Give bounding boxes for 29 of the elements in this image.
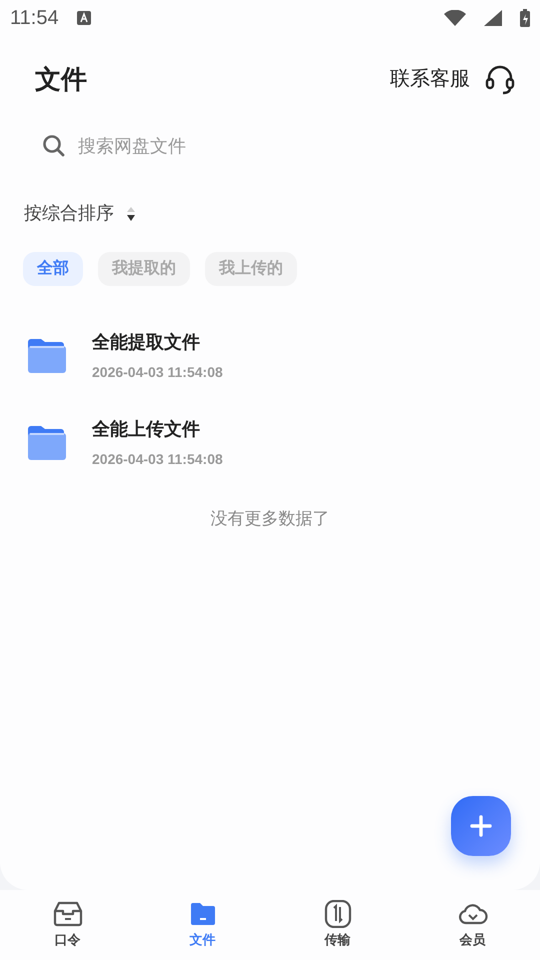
file-name: 全能上传文件 [92, 418, 201, 440]
page-title: 文件 [35, 62, 87, 96]
support-button[interactable]: 联系客服 [390, 63, 516, 95]
file-name: 全能提取文件 [92, 330, 201, 354]
nav-tab[interactable]: 文件 [135, 890, 270, 960]
nav-tab[interactable]: 传输 [270, 890, 405, 960]
file-row[interactable]: 全能上传文件 2026-04-03 11:54:08 [0, 399, 540, 486]
file-date: 2026-04-03 11:54:08 [92, 450, 223, 468]
signal-icon [484, 10, 502, 26]
folder-icon [26, 424, 66, 460]
folder-icon [26, 338, 66, 374]
transfer-icon [322, 900, 352, 928]
nav-tab[interactable]: 会员 [405, 890, 540, 960]
search-field[interactable]: 搜索网盘文件 [78, 132, 498, 160]
status-time: 11:54 [10, 6, 59, 31]
list-end-text: 没有更多数据了 [210, 508, 330, 530]
sort-icon [126, 206, 136, 222]
search-icon [42, 134, 66, 158]
keyboard-icon [76, 11, 91, 25]
plus-icon [470, 815, 492, 837]
headset-icon [484, 63, 516, 95]
inbox-icon [52, 900, 82, 928]
nav-tab[interactable]: 口令 [0, 890, 135, 960]
file-row[interactable]: 全能提取文件 2026-04-03 11:54:08 [0, 312, 540, 399]
add-button[interactable] [451, 796, 511, 856]
file-date: 2026-04-03 11:54:08 [92, 362, 223, 382]
sort-dropdown[interactable]: 按综合排序 [24, 200, 136, 227]
wifi-icon [444, 10, 466, 26]
battery-icon [520, 9, 530, 27]
